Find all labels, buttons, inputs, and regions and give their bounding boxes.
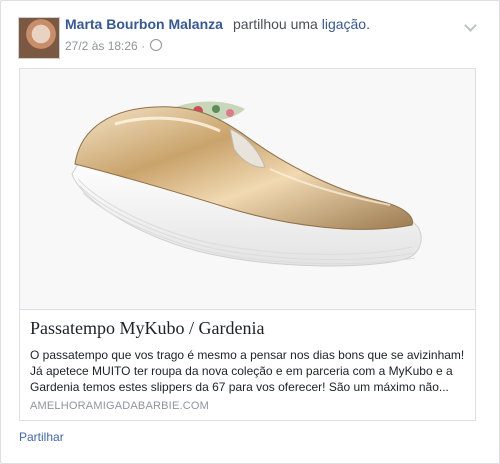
action-suffix: . [366, 16, 370, 32]
author-name[interactable]: Marta Bourbon Malanza [65, 16, 223, 32]
attachment-divider [20, 309, 475, 310]
attachment-domain: AMELHORAMIGADABARBIE.COM [30, 400, 209, 412]
post-action-text: partilhou uma ligação. [233, 16, 370, 32]
post-card: Marta Bourbon Malanza partilhou uma liga… [0, 0, 500, 464]
attachment-description: O passatempo que vos trago é mesmo a pen… [30, 348, 465, 394]
share-button[interactable]: Partilhar [19, 430, 64, 444]
link-attachment[interactable]: Passatempo MyKubo / Gardenia O passatemp… [19, 68, 476, 421]
post-meta: 27/2 às 18:26 · [65, 39, 163, 53]
post-timestamp[interactable]: 27/2 às 18:26 [65, 39, 138, 53]
globe-icon[interactable] [150, 39, 163, 51]
action-link[interactable]: ligação [322, 16, 366, 32]
chevron-down-icon[interactable] [464, 19, 477, 32]
author-avatar[interactable] [18, 17, 60, 59]
action-prefix: partilhou uma [233, 16, 318, 32]
meta-separator: · [141, 39, 146, 53]
shoe-illustration [71, 101, 422, 267]
shoe-image[interactable] [20, 69, 475, 309]
attachment-title[interactable]: Passatempo MyKubo / Gardenia [30, 318, 264, 339]
